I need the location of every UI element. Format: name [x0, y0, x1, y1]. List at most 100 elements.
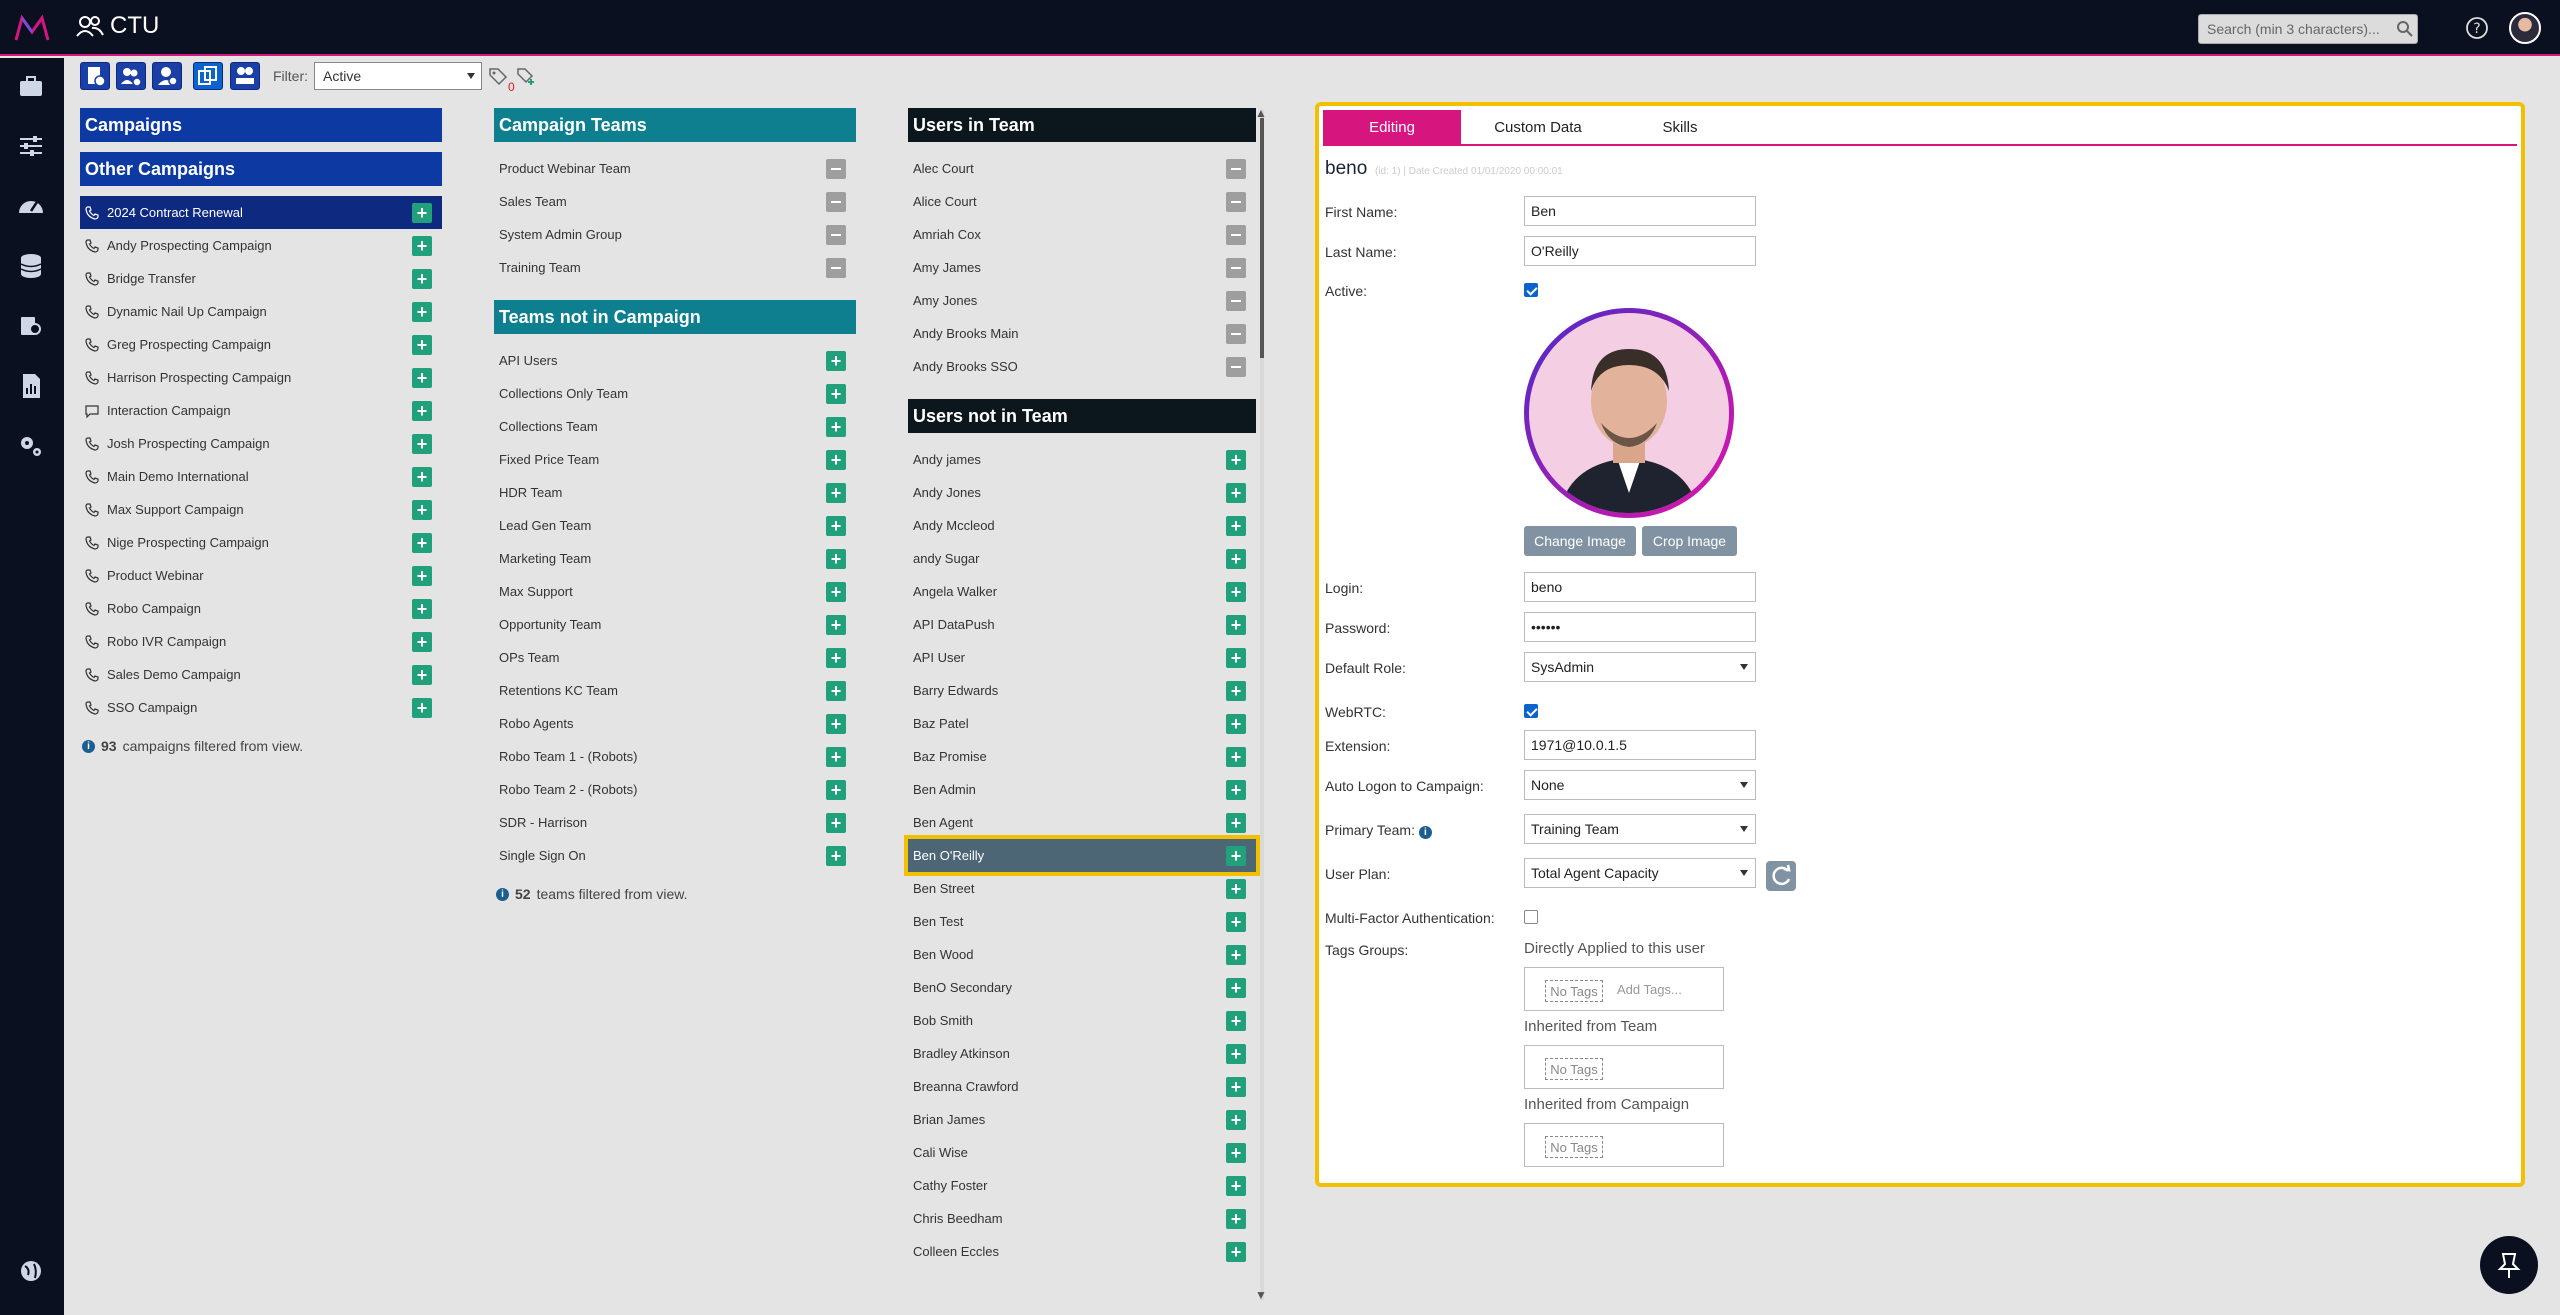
add-button[interactable]: +	[826, 549, 846, 569]
add-button[interactable]: +	[826, 648, 846, 668]
add-button[interactable]: +	[826, 351, 846, 371]
globe-icon[interactable]	[16, 1256, 46, 1286]
available-user-item[interactable]: Andy Mccleod +	[908, 509, 1256, 542]
settings-gears-icon[interactable]	[16, 431, 46, 461]
available-user-item[interactable]: Angela Walker +	[908, 575, 1256, 608]
add-button[interactable]: +	[1226, 747, 1246, 767]
campaign-item[interactable]: Greg Prospecting Campaign +	[80, 328, 442, 361]
add-button[interactable]: +	[826, 846, 846, 866]
add-button[interactable]: +	[412, 236, 432, 256]
search-icon[interactable]	[2396, 20, 2414, 38]
add-button[interactable]: +	[1226, 450, 1246, 470]
campaign-team-item[interactable]: Training Team	[494, 251, 856, 284]
available-team-item[interactable]: OPs Team +	[494, 641, 856, 674]
add-button[interactable]: +	[826, 747, 846, 767]
active-checkbox[interactable]	[1524, 283, 1538, 297]
copy-button[interactable]	[193, 62, 223, 90]
add-button[interactable]: +	[826, 450, 846, 470]
available-team-item[interactable]: Opportunity Team +	[494, 608, 856, 641]
campaign-item[interactable]: Sales Demo Campaign +	[80, 658, 442, 691]
campaign-team-item[interactable]: Product Webinar Team	[494, 152, 856, 185]
remove-button[interactable]	[1226, 258, 1246, 278]
pin-button[interactable]	[2480, 1236, 2538, 1294]
add-button[interactable]: +	[1226, 879, 1246, 899]
campaign-team-item[interactable]: System Admin Group	[494, 218, 856, 251]
default-role-select[interactable]: SysAdmin	[1524, 652, 1756, 682]
team-user-item[interactable]: Alice Court	[908, 185, 1256, 218]
user-avatar[interactable]	[2509, 12, 2541, 44]
campaigns-header[interactable]: Campaigns	[80, 108, 442, 142]
change-image-button[interactable]: Change Image	[1524, 526, 1636, 556]
add-button[interactable]: +	[826, 714, 846, 734]
available-team-item[interactable]: Collections Only Team +	[494, 377, 856, 410]
add-button[interactable]: +	[1226, 714, 1246, 734]
campaign-item[interactable]: Product Webinar +	[80, 559, 442, 592]
available-team-item[interactable]: Retentions KC Team +	[494, 674, 856, 707]
add-button[interactable]: +	[1226, 945, 1246, 965]
extension-field[interactable]: 1971@10.0.1.5	[1524, 730, 1756, 760]
document-chart-icon[interactable]	[16, 371, 46, 401]
crop-image-button[interactable]: Crop Image	[1642, 526, 1737, 556]
available-user-item[interactable]: API DataPush +	[908, 608, 1256, 641]
campaign-item[interactable]: Robo IVR Campaign +	[80, 625, 442, 658]
campaign-item[interactable]: Max Support Campaign +	[80, 493, 442, 526]
available-user-item[interactable]: Baz Patel +	[908, 707, 1256, 740]
add-button[interactable]: +	[412, 401, 432, 421]
add-button[interactable]: +	[1226, 549, 1246, 569]
add-button[interactable]: +	[412, 269, 432, 289]
sliders-icon[interactable]	[16, 131, 46, 161]
add-button[interactable]: +	[1226, 1110, 1246, 1130]
available-team-item[interactable]: SDR - Harrison +	[494, 806, 856, 839]
tab-custom-data[interactable]: Custom Data	[1469, 110, 1607, 144]
campaign-item[interactable]: Interaction Campaign +	[80, 394, 442, 427]
team-settings-button[interactable]	[230, 62, 260, 90]
available-user-item[interactable]: Brian James +	[908, 1103, 1256, 1136]
filter-select[interactable]: Active	[314, 62, 482, 90]
add-button[interactable]: +	[412, 632, 432, 652]
remove-button[interactable]	[1226, 225, 1246, 245]
available-team-item[interactable]: Single Sign On +	[494, 839, 856, 872]
add-button[interactable]: +	[1226, 615, 1246, 635]
add-tags-input[interactable]: Add Tags...	[1617, 982, 1682, 997]
help-icon[interactable]: ?	[2465, 16, 2489, 40]
add-button[interactable]: +	[1226, 1176, 1246, 1196]
available-user-item[interactable]: Bob Smith +	[908, 1004, 1256, 1037]
add-button[interactable]: +	[1226, 978, 1246, 998]
add-button[interactable]: +	[1226, 1077, 1246, 1097]
reports-search-icon[interactable]	[16, 311, 46, 341]
search-input[interactable]: Search (min 3 characters)...	[2198, 14, 2418, 44]
add-button[interactable]: +	[1226, 1044, 1246, 1064]
available-user-item[interactable]: Andy Jones +	[908, 476, 1256, 509]
add-button[interactable]: +	[412, 335, 432, 355]
webrtc-checkbox[interactable]	[1524, 704, 1538, 718]
other-campaigns-header[interactable]: Other Campaigns	[80, 152, 442, 186]
add-button[interactable]: +	[826, 681, 846, 701]
add-button[interactable]: +	[826, 615, 846, 635]
available-team-item[interactable]: Collections Team +	[494, 410, 856, 443]
add-button[interactable]: +	[1226, 648, 1246, 668]
add-button[interactable]: +	[1226, 1011, 1246, 1031]
available-user-item[interactable]: Ben Street +	[908, 872, 1256, 905]
remove-button[interactable]	[826, 225, 846, 245]
dashboard-gauge-icon[interactable]	[16, 191, 46, 221]
scroll-up-icon[interactable]: ▲	[1255, 106, 1267, 120]
available-team-item[interactable]: Fixed Price Team +	[494, 443, 856, 476]
add-button[interactable]: +	[1226, 1143, 1246, 1163]
add-button[interactable]: +	[826, 516, 846, 536]
add-button[interactable]: +	[412, 434, 432, 454]
add-button[interactable]: +	[826, 582, 846, 602]
add-button[interactable]: +	[412, 665, 432, 685]
password-field[interactable]: ••••••	[1524, 612, 1756, 642]
campaign-item[interactable]: Dynamic Nail Up Campaign +	[80, 295, 442, 328]
available-user-item[interactable]: BenO Secondary +	[908, 971, 1256, 1004]
add-button[interactable]: +	[826, 813, 846, 833]
brand-logo-icon[interactable]	[14, 14, 50, 42]
remove-button[interactable]	[1226, 192, 1246, 212]
team-user-item[interactable]: Amy James	[908, 251, 1256, 284]
add-button[interactable]: +	[412, 599, 432, 619]
available-user-item[interactable]: Chris Beedham +	[908, 1202, 1256, 1235]
available-user-item[interactable]: Breanna Crawford +	[908, 1070, 1256, 1103]
campaign-team-item[interactable]: Sales Team	[494, 185, 856, 218]
add-button[interactable]: +	[1226, 582, 1246, 602]
add-button[interactable]: +	[412, 698, 432, 718]
